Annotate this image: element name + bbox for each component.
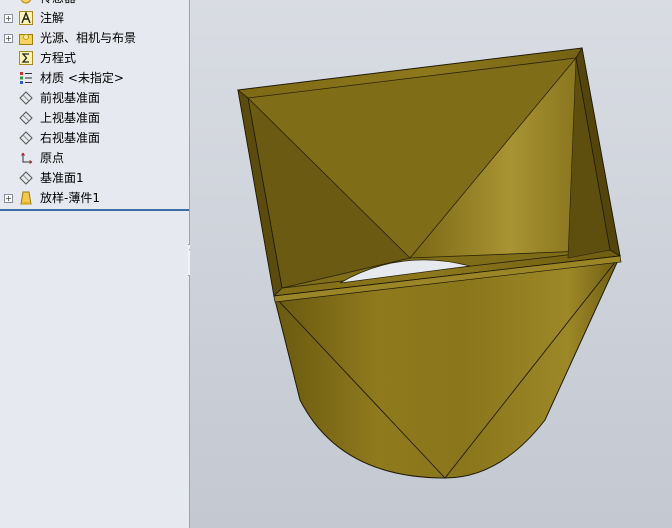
plane-icon (19, 91, 33, 105)
tree-item-top-plane[interactable]: 上视基准面 (0, 108, 189, 128)
tree-item-label: 方程式 (40, 51, 77, 65)
tree-item-sensors[interactable]: 传感器 (0, 0, 189, 8)
tree-item-equations[interactable]: 方程式 (0, 48, 189, 68)
tree-rollback-bar[interactable] (0, 209, 189, 211)
tree-item-right-plane[interactable]: 右视基准面 (0, 128, 189, 148)
plane-icon (19, 171, 33, 185)
tree-item-label: 上视基准面 (40, 111, 101, 125)
expand-icon[interactable]: + (4, 194, 13, 203)
loft-thin-model-graphic[interactable] (190, 0, 672, 528)
tree-item-lights-cameras-scene[interactable]: + 光源、相机与布景 (0, 28, 189, 48)
tree-item-label: 材质 <未指定> (40, 71, 124, 85)
expand-icon[interactable]: + (4, 14, 13, 23)
lights-icon (19, 31, 33, 45)
material-icon (19, 71, 33, 85)
sensor-icon (19, 0, 33, 5)
tree-item-loft-thin1[interactable]: + 放样-薄件1 (0, 188, 189, 208)
feature-tree-list: 传感器 + 注解 + 光源、相机与布景 方程式 材质 < (0, 0, 189, 208)
tree-item-annotations[interactable]: + 注解 (0, 8, 189, 28)
equation-icon (19, 51, 33, 65)
tree-item-origin[interactable]: 原点 (0, 148, 189, 168)
tree-item-label: 注解 (40, 11, 65, 25)
feature-manager-tree: 传感器 + 注解 + 光源、相机与布景 方程式 材质 < (0, 0, 190, 528)
annotation-icon (19, 11, 33, 25)
plane-icon (19, 131, 33, 145)
origin-icon (19, 151, 33, 165)
tree-item-material[interactable]: 材质 <未指定> (0, 68, 189, 88)
tree-item-label: 放样-薄件1 (40, 191, 100, 205)
plane-icon (19, 111, 33, 125)
tree-item-label: 原点 (40, 151, 65, 165)
tree-item-label: 基准面1 (40, 171, 84, 185)
tree-item-label: 光源、相机与布景 (40, 31, 137, 45)
tree-item-label: 传感器 (40, 0, 76, 8)
tree-item-plane1[interactable]: 基准面1 (0, 168, 189, 188)
expand-icon[interactable]: + (4, 34, 13, 43)
tree-item-label: 前视基准面 (40, 91, 101, 105)
tree-item-label: 右视基准面 (40, 131, 101, 145)
loft-thin-icon (19, 191, 33, 205)
tree-item-front-plane[interactable]: 前视基准面 (0, 88, 189, 108)
graphics-viewport[interactable] (190, 0, 672, 528)
